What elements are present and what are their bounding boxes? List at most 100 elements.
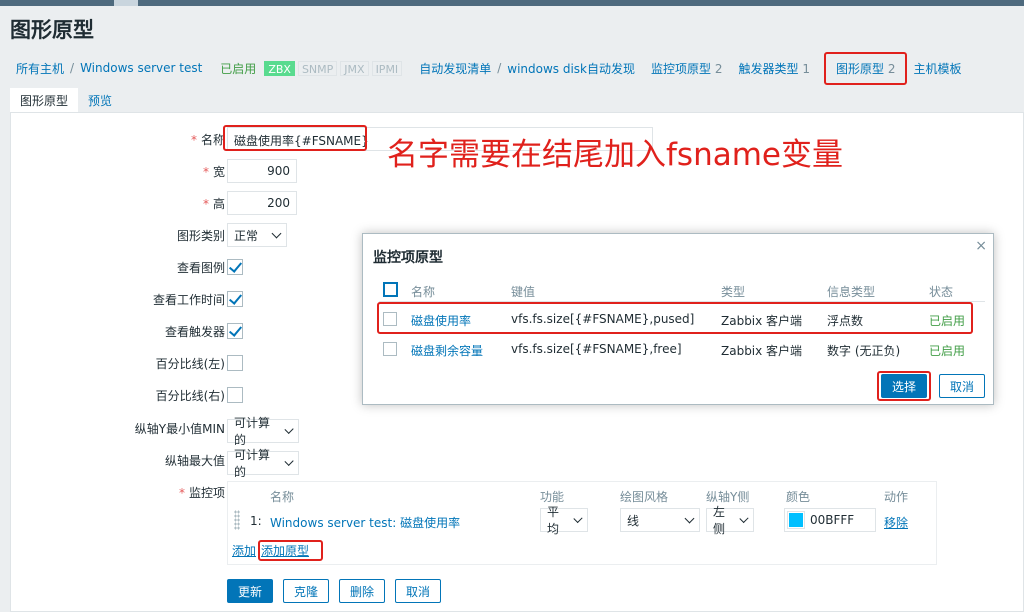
page-title: 图形原型 [10, 18, 94, 42]
item-prototypes-label: 监控项原型 [651, 61, 712, 76]
breadcrumb-discovery-rule[interactable]: windows disk自动发现 [507, 60, 635, 77]
ymin-select[interactable]: 可计算的 [227, 416, 299, 447]
ymax-row: 纵轴最大值 可计算的 [11, 448, 1021, 479]
top-nav-active-indicator [114, 0, 138, 6]
breadcrumb-discovery-list[interactable]: 自动发现清单 [419, 60, 491, 77]
items-col-name: 名称 [270, 490, 295, 504]
width-label: * 宽 [202, 165, 225, 179]
tab-graph-prototype[interactable]: 图形原型 [10, 88, 79, 115]
show-working-time-checkbox[interactable] [227, 291, 243, 307]
trigger-types-count: 1 [802, 61, 810, 76]
ymin-row: 纵轴Y最小值MIN 可计算的 [11, 416, 1021, 447]
cancel-button[interactable]: 取消 [395, 579, 442, 603]
percentile-right-label: 百分比线(右) [155, 389, 225, 403]
width-row: * 宽 900 [11, 159, 1021, 183]
item-prototype-modal: 监控项原型 × 名称 键值 类型 信息类型 状态 磁盘使用率 vfs.fs.si… [362, 233, 994, 405]
row-highlight-box [377, 302, 973, 334]
select-button[interactable]: 选择 [880, 374, 927, 398]
width-input[interactable]: 900 [227, 159, 297, 183]
clone-button[interactable]: 克隆 [283, 579, 330, 603]
top-nav-bar [0, 0, 1024, 6]
percentile-left-label: 百分比线(左) [155, 357, 225, 371]
modal-item-info-type: 数字 (无正负) [827, 344, 901, 358]
item-color-value: 00BFFF [810, 513, 855, 527]
snmp-badge: SNMP [297, 60, 338, 76]
breadcrumb-separator: / [70, 61, 75, 75]
drag-handle-icon[interactable] [234, 510, 240, 530]
item-name-link[interactable]: Windows server test: 磁盘使用率 [270, 514, 460, 531]
table-row: 磁盘剩余容量 vfs.fs.size[{#FSNAME},free] Zabbi… [379, 334, 985, 364]
breadcrumb-host[interactable]: Windows server test [80, 61, 202, 75]
height-input[interactable]: 200 [227, 191, 297, 215]
modal-item-name-link[interactable]: 磁盘剩余容量 [411, 342, 483, 359]
items-label: * 监控项 [178, 486, 225, 500]
graph-prototypes-label: 图形原型 [835, 61, 884, 76]
show-legend-label: 查看图例 [176, 261, 225, 275]
graph-prototypes-count: 2 [887, 61, 896, 76]
chevron-down-icon [284, 424, 294, 434]
select-highlight-box: 选择 [876, 371, 931, 401]
graph-type-label: 图形类别 [176, 229, 225, 243]
add-prototype-highlight: 添加原型 [258, 540, 324, 561]
row-checkbox[interactable] [383, 342, 397, 356]
show-triggers-checkbox[interactable] [227, 323, 243, 339]
items-col-action: 动作 [884, 490, 909, 504]
percentile-left-checkbox[interactable] [227, 355, 243, 371]
ipmi-badge: IPMI [371, 60, 403, 76]
add-prototype-link[interactable]: 添加原型 [261, 544, 309, 558]
modal-table-header: 名称 键值 类型 信息类型 状态 [379, 280, 985, 302]
item-yside-select[interactable]: 左侧 [706, 505, 754, 536]
add-links: 添加 添加原型 [232, 540, 324, 561]
modal-col-type: 类型 [721, 285, 746, 299]
show-working-time-label: 查看工作时间 [152, 293, 225, 307]
chevron-down-icon [271, 228, 282, 238]
modal-item-type: Zabbix 客户端 [721, 344, 803, 358]
modal-item-key: vfs.fs.size[{#FSNAME},free] [511, 342, 682, 356]
select-all-checkbox[interactable] [383, 282, 398, 297]
modal-buttons: 选择 取消 [876, 371, 985, 401]
height-row: * 高 200 [11, 191, 1021, 215]
item-prototypes-count: 2 [714, 61, 723, 76]
modal-cancel-button[interactable]: 取消 [938, 374, 985, 398]
items-col-style: 绘图风格 [620, 490, 669, 504]
breadcrumb-graph-prototypes[interactable]: 图形原型 2 [823, 51, 908, 85]
chevron-down-icon [739, 513, 749, 523]
items-table: 名称 功能 绘图风格 纵轴Y侧 颜色 动作 1: Windows server … [227, 481, 937, 565]
breadcrumb-all-hosts[interactable]: 所有主机 [16, 60, 64, 77]
breadcrumb-host-template[interactable]: 主机模板 [913, 60, 961, 77]
item-style-select[interactable]: 线 [620, 508, 700, 532]
graph-type-select[interactable]: 正常 [227, 223, 287, 247]
chevron-down-icon [284, 456, 294, 466]
tab-bar: 图形原型 预览 [10, 88, 122, 115]
add-item-link[interactable]: 添加 [232, 544, 256, 558]
item-color-picker[interactable]: 00BFFF [784, 508, 876, 532]
item-remove-link[interactable]: 移除 [884, 514, 908, 531]
show-triggers-label: 查看触发器 [164, 325, 225, 339]
item-index: 1: [250, 514, 262, 528]
trigger-types-label: 触发器类型 [738, 61, 799, 76]
chevron-down-icon [684, 513, 695, 523]
item-function-select[interactable]: 平均 [540, 505, 588, 536]
form-buttons: 更新 克隆 删除 取消 [227, 579, 442, 603]
zbx-badge: ZBX [264, 60, 295, 76]
modal-item-status: 已启用 [929, 344, 966, 358]
ymax-label: 纵轴最大值 [164, 454, 225, 468]
update-button[interactable]: 更新 [227, 579, 274, 603]
table-row: 1: Windows server test: 磁盘使用率 平均 线 左侧 00… [228, 505, 936, 536]
breadcrumb-trigger-types[interactable]: 触发器类型 1 [738, 60, 809, 77]
tab-preview[interactable]: 预览 [78, 88, 122, 115]
color-swatch[interactable] [787, 511, 805, 529]
ymax-select[interactable]: 可计算的 [227, 448, 299, 479]
breadcrumb: 所有主机 / Windows server test 已启用 ZBX SNMP … [16, 51, 961, 85]
show-legend-checkbox[interactable] [227, 259, 243, 275]
host-status[interactable]: 已启用 [220, 60, 256, 77]
height-label: * 高 [202, 197, 225, 211]
jmx-badge: JMX [340, 60, 369, 76]
items-col-color: 颜色 [786, 490, 811, 504]
ymin-label: 纵轴Y最小值MIN [134, 422, 225, 436]
delete-button[interactable]: 删除 [339, 579, 386, 603]
close-icon[interactable]: × [975, 238, 987, 254]
modal-col-key: 键值 [511, 285, 536, 299]
breadcrumb-item-prototypes[interactable]: 监控项原型 2 [651, 60, 722, 77]
percentile-right-checkbox[interactable] [227, 387, 243, 403]
